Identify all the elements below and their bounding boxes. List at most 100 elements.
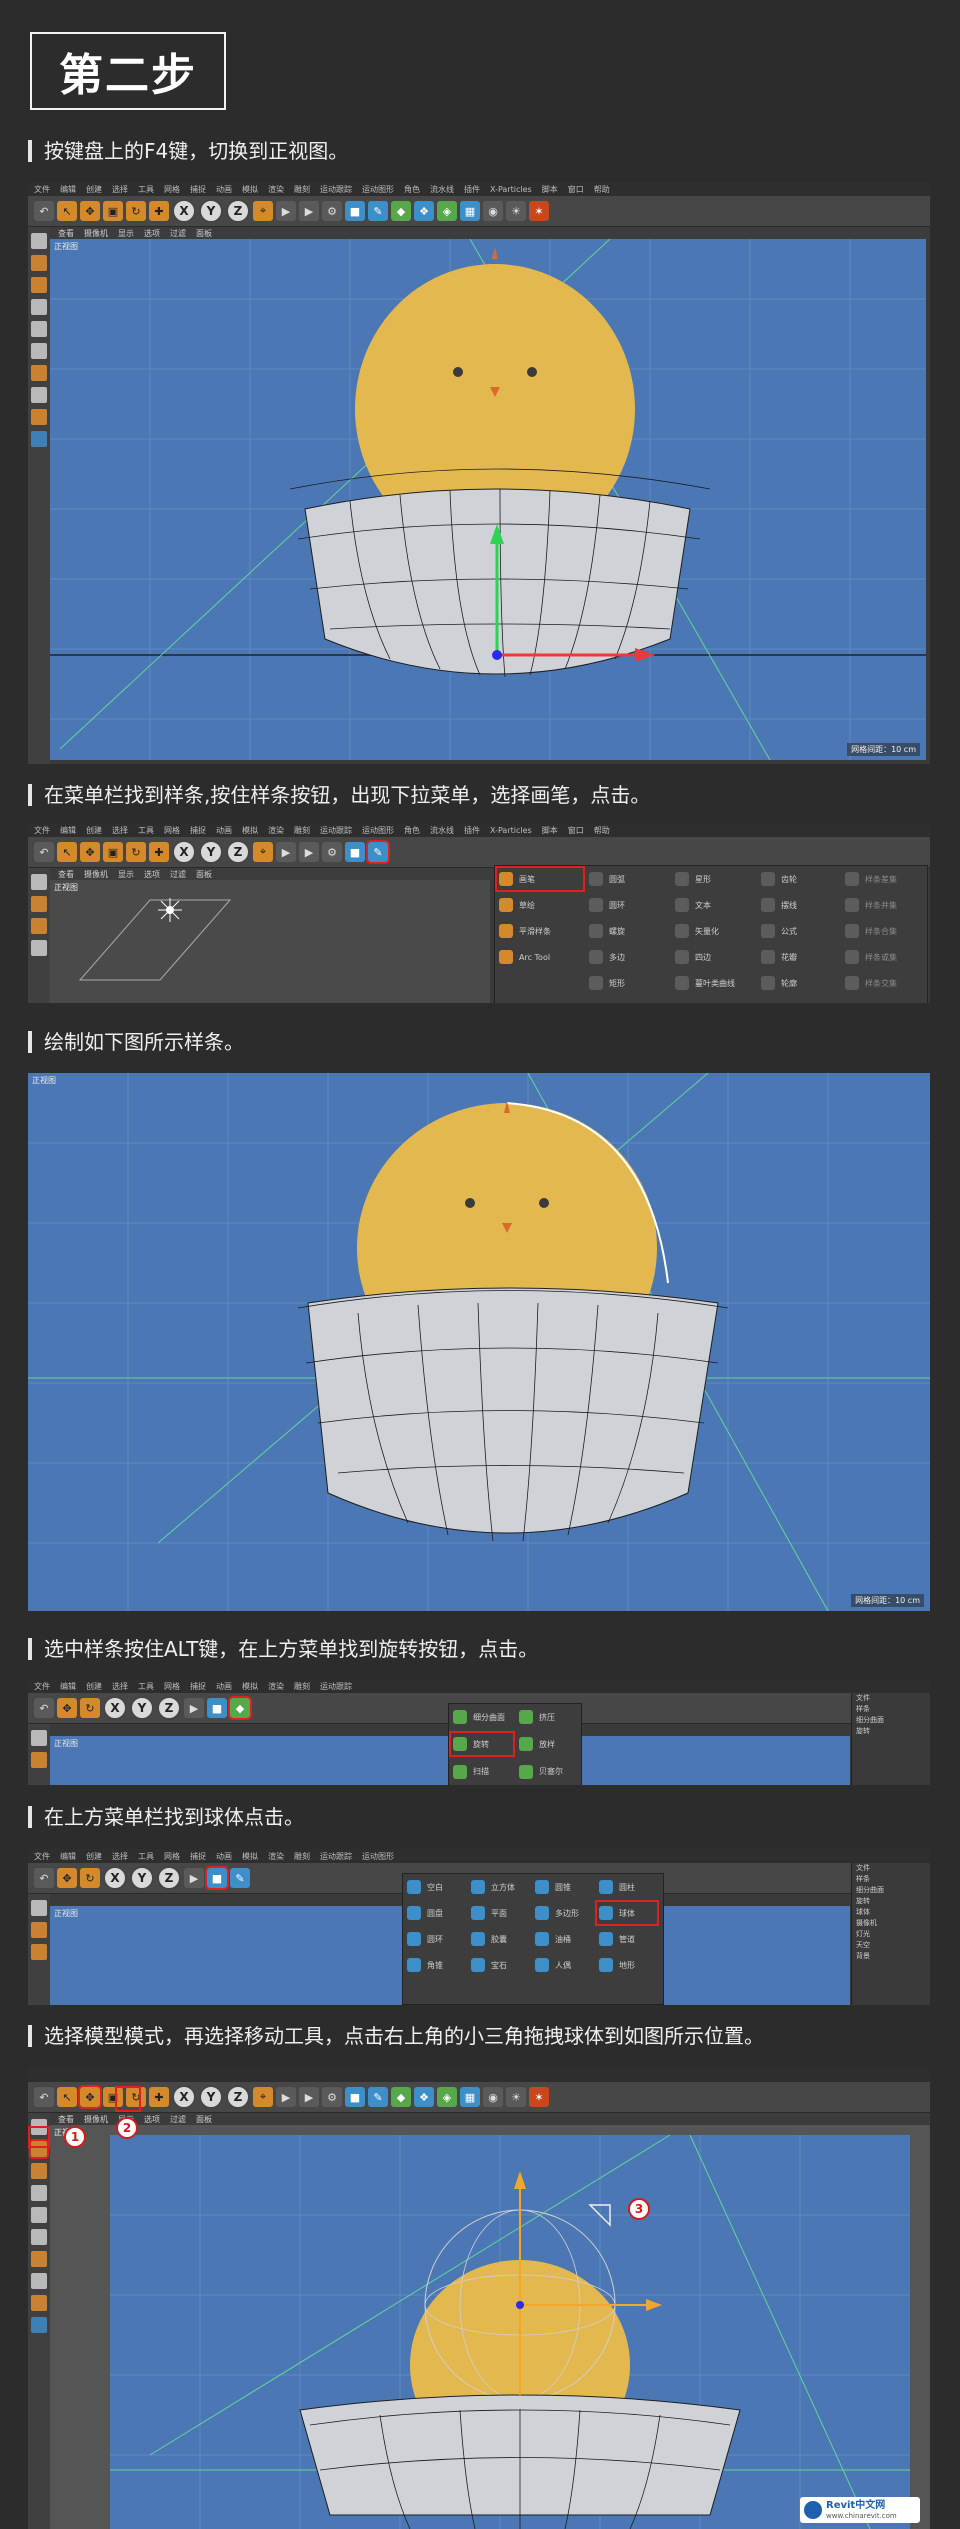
om-item-lathe[interactable]: 旋转 [852,1726,930,1737]
menu-simulate[interactable]: 模拟 [242,825,258,836]
y-axis-icon[interactable]: Y [199,199,223,223]
menu-tools[interactable]: 工具 [138,184,154,195]
recent-tool-icon[interactable]: ✚ [149,2087,169,2107]
menu-animate[interactable]: 动画 [216,1851,232,1862]
om-item-light[interactable]: 灯光 [852,1929,930,1940]
vp-tab-panel[interactable]: 面板 [196,228,212,239]
menu-sculpt[interactable]: 雕刻 [294,1681,310,1692]
deformer-icon[interactable]: ◈ [437,201,457,221]
points-mode-icon[interactable] [31,299,47,315]
y-axis-icon[interactable]: Y [130,1696,154,1720]
vp-tab-camera[interactable]: 摄像机 [84,2114,108,2125]
menu-plugins[interactable]: 插件 [464,825,480,836]
scale-icon[interactable]: ▣ [103,201,123,221]
cube-icon[interactable]: ■ [345,842,365,862]
front-viewport[interactable]: 正视图 [28,1073,930,1611]
model-mode-icon[interactable] [31,1922,47,1938]
menu-xparticles[interactable]: X-Particles [490,826,532,835]
menu-cissoid[interactable]: 蔓叶类曲线 [671,970,757,996]
om-item-subdivision[interactable]: 细分曲面 [852,1715,930,1726]
perspective-viewport[interactable]: 正视图 [50,880,490,1003]
menu-smooth-spline[interactable]: 平滑样条 [495,918,585,944]
render-view-icon[interactable]: ▶ [184,1868,204,1888]
menu-create[interactable]: 创建 [86,1681,102,1692]
make-editable-icon[interactable] [31,233,47,249]
menu-mograph[interactable]: 运动图形 [362,1851,394,1862]
om-item-sphere[interactable]: 球体 [852,1907,930,1918]
menu-circle[interactable]: 圆环 [585,892,671,918]
menu-create[interactable]: 创建 [86,1851,102,1862]
move-icon[interactable]: ✥ [78,2085,102,2109]
layer-icon[interactable] [31,2317,47,2333]
z-axis-icon[interactable]: Z [157,1696,181,1720]
make-editable-icon[interactable] [31,1730,47,1746]
render-settings-icon[interactable]: ⚙ [322,842,342,862]
menu-tools[interactable]: 工具 [138,1681,154,1692]
generator-icon[interactable]: ◆ [228,1696,252,1720]
render-view-icon[interactable]: ▶ [276,842,296,862]
axis-mode-icon[interactable] [31,365,47,381]
menu-animate[interactable]: 动画 [216,1681,232,1692]
coordinate-system-icon[interactable]: ⌖ [253,201,273,221]
live-select-icon[interactable]: ↖ [57,2087,77,2107]
subdivision-icon[interactable]: ◆ [391,201,411,221]
render-settings-icon[interactable]: ⚙ [322,2087,342,2107]
menu-file[interactable]: 文件 [34,1851,50,1862]
floor-icon[interactable]: ▦ [460,201,480,221]
menu-help[interactable]: 帮助 [594,184,610,195]
menu-select[interactable]: 选择 [112,184,128,195]
menu-vectorizer[interactable]: 矢量化 [671,918,757,944]
menu-select[interactable]: 选择 [112,1851,128,1862]
menu-null[interactable]: 空白 [403,1874,467,1900]
vp-tab-filter[interactable]: 过滤 [170,228,186,239]
menu-pen[interactable]: 画笔 [495,866,585,892]
menu-animate[interactable]: 动画 [216,184,232,195]
pen-spline-icon[interactable]: ✎ [368,201,388,221]
vp-tab-options[interactable]: 选项 [144,2114,160,2125]
menu-torus[interactable]: 圆环 [403,1926,467,1952]
cube-icon[interactable]: ■ [205,1866,229,1890]
pen-spline-icon[interactable]: ✎ [366,840,390,864]
menu-pipeline[interactable]: 流水线 [430,825,454,836]
menu-edit[interactable]: 编辑 [60,825,76,836]
render-picture-viewer-icon[interactable]: ▶ [299,201,319,221]
menu-sculpt[interactable]: 雕刻 [294,184,310,195]
menu-mesh[interactable]: 网格 [164,184,180,195]
array-icon[interactable]: ❖ [414,201,434,221]
live-select-icon[interactable]: ↖ [57,201,77,221]
x-axis-icon[interactable]: X [103,1866,127,1890]
om-menu-file[interactable]: 文件 [852,1863,930,1874]
om-item-lathe[interactable]: 旋转 [852,1896,930,1907]
menu-snap[interactable]: 捕捉 [190,1681,206,1692]
z-axis-icon[interactable]: Z [226,840,250,864]
menu-lathe[interactable]: 旋转 [449,1731,515,1758]
menu-mograph[interactable]: 运动图形 [362,825,394,836]
menu-motion-tracking[interactable]: 运动跟踪 [320,825,352,836]
deformer-icon[interactable]: ◈ [437,2087,457,2107]
y-axis-icon[interactable]: Y [199,840,223,864]
make-editable-icon[interactable] [31,1900,47,1916]
cube-icon[interactable]: ■ [345,201,365,221]
rotate-icon[interactable]: ↻ [126,201,146,221]
workplane-icon[interactable] [31,2295,47,2311]
rotate-icon[interactable]: ↻ [80,1868,100,1888]
menu-spline-intersect[interactable]: 样条交集 [841,970,927,996]
vp-tab-filter[interactable]: 过滤 [170,869,186,880]
menu-cogwheel[interactable]: 齿轮 [757,866,841,892]
om-item-subdivision[interactable]: 细分曲面 [852,1885,930,1896]
polygons-mode-icon[interactable] [31,2229,47,2245]
vp-tab-display[interactable]: 显示 [118,869,134,880]
menu-plane[interactable]: 平面 [467,1900,531,1926]
texture-mode-icon[interactable] [31,2163,47,2179]
light-icon[interactable]: ☀ [506,2087,526,2107]
menu-sculpt[interactable]: 雕刻 [294,1851,310,1862]
rotate-icon[interactable]: ↻ [80,1698,100,1718]
render-view-icon[interactable]: ▶ [184,1698,204,1718]
cube-icon[interactable]: ■ [345,2087,365,2107]
z-axis-icon[interactable]: Z [157,1866,181,1890]
om-menu-file[interactable]: 文件 [852,1693,930,1704]
menu-ngon[interactable]: 多边 [585,944,671,970]
recent-tool-icon[interactable]: ✚ [149,842,169,862]
scale-icon[interactable]: ▣ [103,842,123,862]
menu-cone[interactable]: 圆锥 [531,1874,595,1900]
